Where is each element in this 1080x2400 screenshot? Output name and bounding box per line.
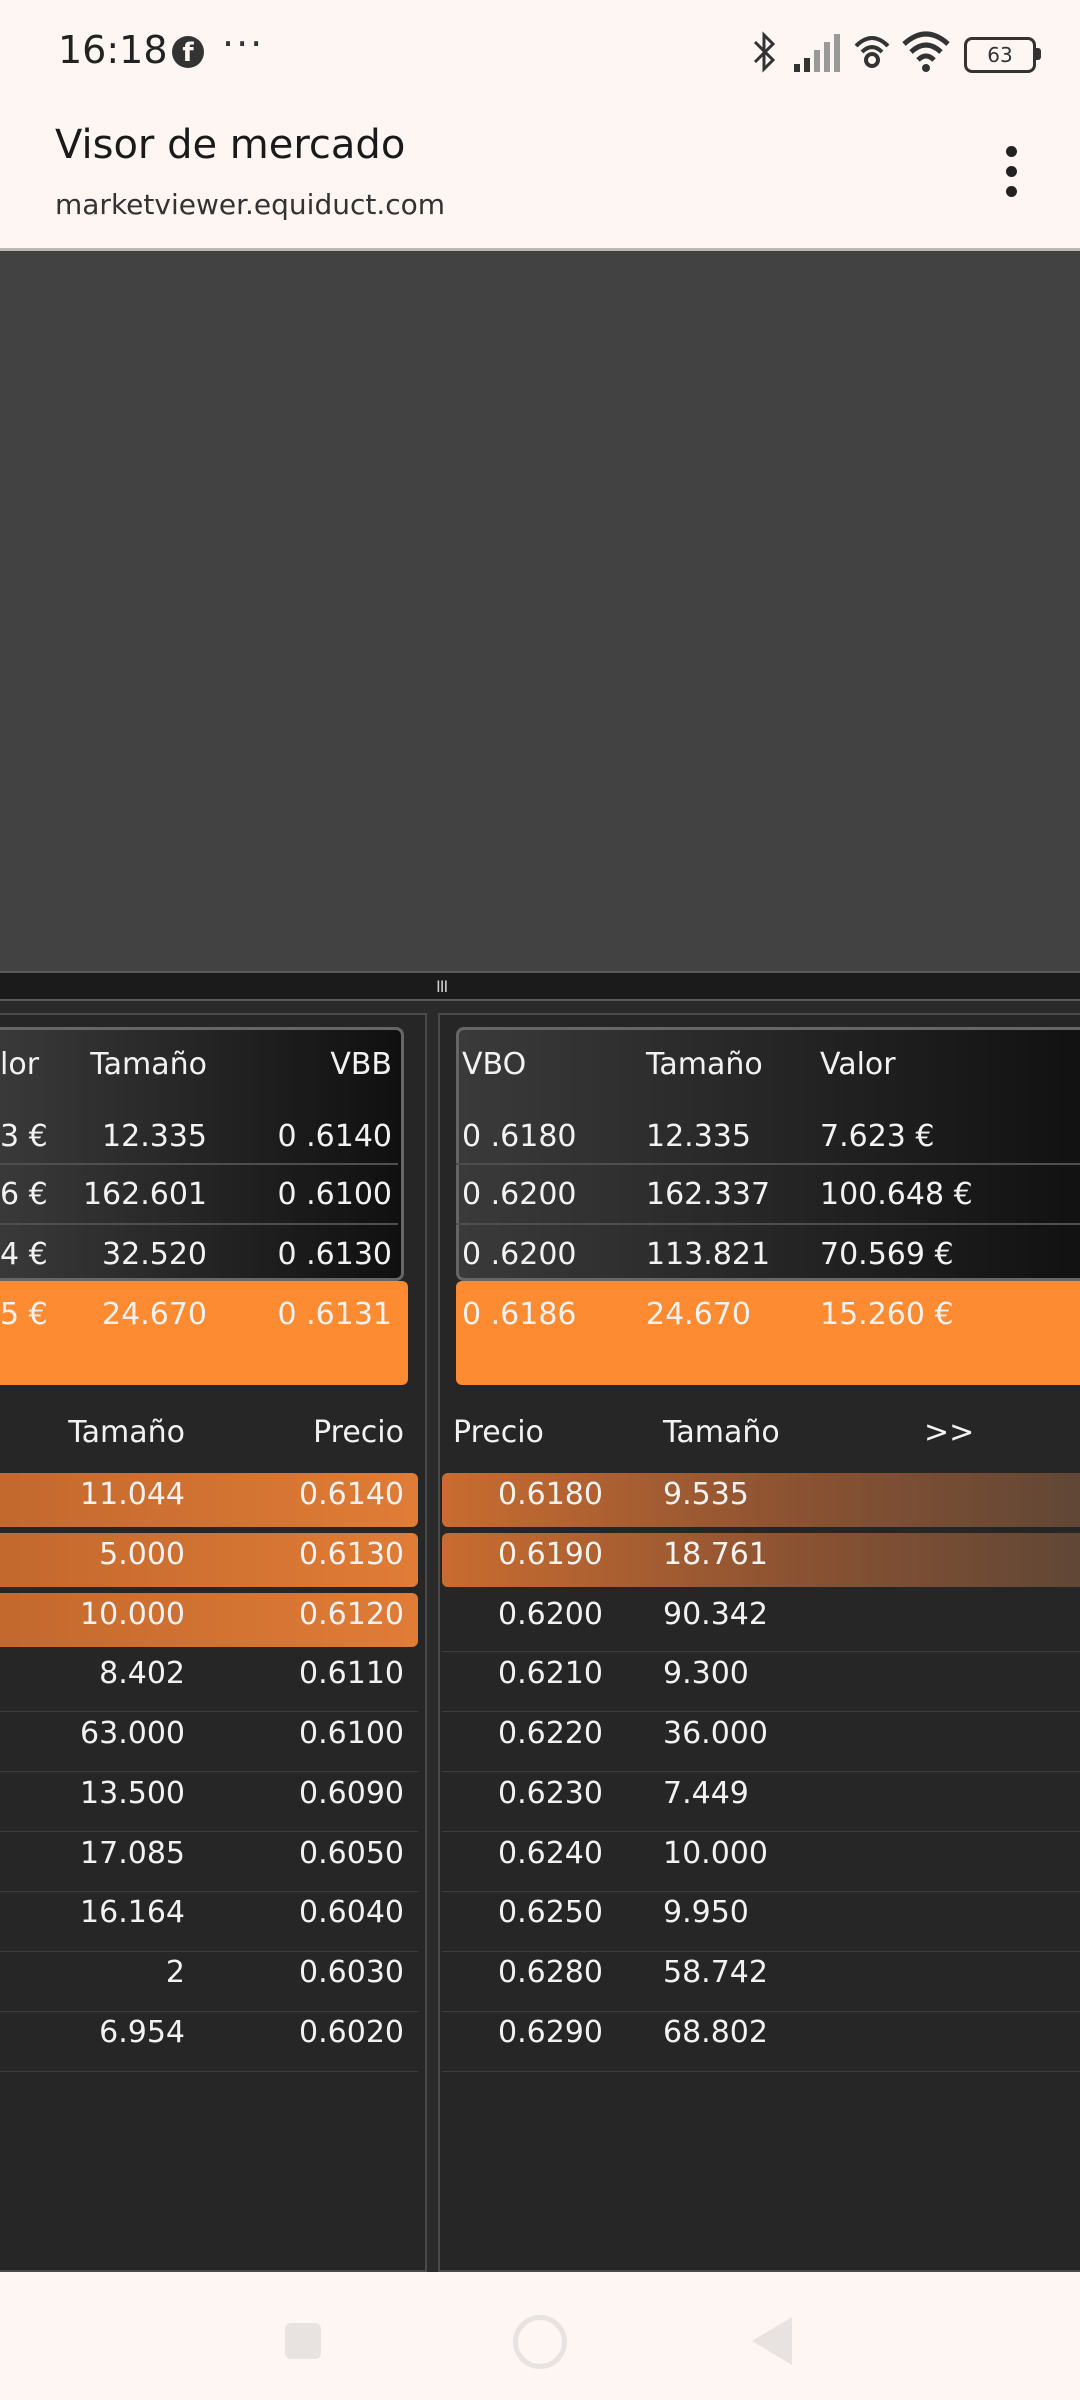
- ask-size: 9.535: [663, 1477, 749, 1512]
- summary-cell: 0 .6131: [277, 1297, 392, 1332]
- ask-panel: VBO Tamaño Valor 0 .6180 12.335 7.623 € …: [438, 1013, 1080, 2272]
- asks-header-tamano[interactable]: Tamaño: [663, 1415, 780, 1450]
- bid-price: 0.6040: [299, 1895, 404, 1930]
- more-options-icon[interactable]: [1000, 146, 1022, 208]
- bid-price: 0.6130: [299, 1537, 404, 1572]
- bid-size: 13.500: [80, 1776, 185, 1811]
- summary-header-tamano: Tamaño: [90, 1047, 207, 1082]
- bid-size: 2: [165, 1955, 185, 1990]
- ask-size: 9.300: [663, 1656, 749, 1691]
- ask-price: 0.6280: [498, 1955, 603, 1990]
- bid-size: 17.085: [80, 1836, 185, 1871]
- hotspot-icon: [854, 36, 890, 68]
- home-icon[interactable]: [513, 2315, 567, 2369]
- bid-price: 0.6090: [299, 1776, 404, 1811]
- status-overflow: ···: [222, 22, 265, 66]
- bid-price: 0.6030: [299, 1955, 404, 1990]
- bids-header-tamano[interactable]: Tamaño: [30, 1415, 185, 1450]
- ask-price: 0.6220: [498, 1716, 603, 1751]
- summary-cell: 0 .6140: [277, 1119, 392, 1154]
- battery-icon: 63: [964, 37, 1036, 73]
- ask-price: 0.6290: [498, 2015, 603, 2050]
- summary-cell: 0 .6186: [462, 1297, 577, 1332]
- summary-cell: 12.335: [102, 1119, 207, 1154]
- ask-size: 9.950: [663, 1895, 749, 1930]
- summary-cell: 24.670: [646, 1297, 751, 1332]
- summary-cell: 7.623 €: [820, 1119, 935, 1154]
- summary-cell: 70.569 €: [820, 1237, 954, 1272]
- summary-cell: 0 .6130: [277, 1237, 392, 1272]
- ask-price: 0.6200: [498, 1597, 603, 1632]
- ask-price: 0.6190: [498, 1537, 603, 1572]
- summary-cell: 5 €: [0, 1297, 48, 1332]
- ask-size: 7.449: [663, 1776, 749, 1811]
- bluetooth-icon: [753, 31, 776, 73]
- page-url[interactable]: marketviewer.equiduct.com: [55, 188, 445, 221]
- ask-price: 0.6210: [498, 1656, 603, 1691]
- summary-cell: 162.337: [646, 1177, 771, 1212]
- recents-icon[interactable]: [285, 2323, 321, 2359]
- summary-cell: 0 .6200: [462, 1237, 577, 1272]
- summary-cell: 100.648 €: [820, 1177, 973, 1212]
- summary-cell: 15.260 €: [820, 1297, 954, 1332]
- wifi-icon: [902, 31, 950, 72]
- ask-price: 0.6230: [498, 1776, 603, 1811]
- summary-cell: 113.821: [646, 1237, 771, 1272]
- bid-price: 0.6140: [299, 1477, 404, 1512]
- bid-price: 0.6020: [299, 2015, 404, 2050]
- ask-price: 0.6250: [498, 1895, 603, 1930]
- summary-header-tamano: Tamaño: [646, 1047, 763, 1082]
- bid-size: 5.000: [99, 1537, 185, 1572]
- summary-cell: 6 €: [0, 1177, 48, 1212]
- summary-header-vbo: VBO: [462, 1047, 527, 1082]
- bid-size: 16.164: [80, 1895, 185, 1930]
- bid-size: 6.954: [99, 2015, 185, 2050]
- bid-size: 11.044: [80, 1477, 185, 1512]
- battery-level: 63: [987, 43, 1013, 67]
- summary-cell: 32.520: [102, 1237, 207, 1272]
- chart-area: [0, 251, 1080, 971]
- bid-price: 0.6120: [299, 1597, 404, 1632]
- summary-cell: 0 .6100: [277, 1177, 392, 1212]
- ask-size: 90.342: [663, 1597, 768, 1632]
- summary-cell: 4 €: [0, 1237, 48, 1272]
- bid-size: 10.000: [80, 1597, 185, 1632]
- back-icon[interactable]: [752, 2317, 792, 2365]
- ask-size: 68.802: [663, 2015, 768, 2050]
- facebook-icon: f: [172, 36, 204, 68]
- status-bar: 16:18 f ··· 63: [0, 0, 1080, 108]
- status-time: 16:18: [58, 28, 168, 72]
- bid-price: 0.6110: [299, 1656, 404, 1691]
- summary-cell: 24.670: [102, 1297, 207, 1332]
- splitter-handle[interactable]: III: [0, 971, 1080, 1001]
- bid-price: 0.6050: [299, 1836, 404, 1871]
- summary-cell: 3 €: [0, 1119, 48, 1154]
- bid-size: 63.000: [80, 1716, 185, 1751]
- bid-panel: lor Tamaño VBB 3 € 12.335 0 .6140 6 € 16…: [0, 1013, 427, 2272]
- ask-size: 10.000: [663, 1836, 768, 1871]
- ask-size: 36.000: [663, 1716, 768, 1751]
- bid-size: 8.402: [99, 1656, 185, 1691]
- summary-header-vbb: VBB: [330, 1047, 392, 1082]
- summary-cell: 0 .6180: [462, 1119, 577, 1154]
- web-content: III lor Tamaño VBB 3 € 12.335 0 .6140 6 …: [0, 251, 1080, 2272]
- signal-icon: [794, 34, 840, 72]
- ask-size: 18.761: [663, 1537, 768, 1572]
- summary-cell: 12.335: [646, 1119, 751, 1154]
- summary-header-valor: Valor: [820, 1047, 896, 1082]
- page-title: Visor de mercado: [55, 122, 406, 168]
- bid-price: 0.6100: [299, 1716, 404, 1751]
- summary-header-valor: lor: [0, 1047, 40, 1082]
- navigation-bar: [0, 2272, 1080, 2400]
- ask-price: 0.6180: [498, 1477, 603, 1512]
- asks-header-precio[interactable]: Precio: [453, 1415, 544, 1450]
- expand-columns-button[interactable]: >>: [924, 1415, 974, 1450]
- browser-header: Visor de mercado marketviewer.equiduct.c…: [0, 108, 1080, 251]
- grip-icon[interactable]: III: [436, 977, 448, 996]
- ask-price: 0.6240: [498, 1836, 603, 1871]
- summary-cell: 162.601: [82, 1177, 207, 1212]
- summary-cell: 0 .6200: [462, 1177, 577, 1212]
- ask-size: 58.742: [663, 1955, 768, 1990]
- bids-header-precio[interactable]: Precio: [240, 1415, 404, 1450]
